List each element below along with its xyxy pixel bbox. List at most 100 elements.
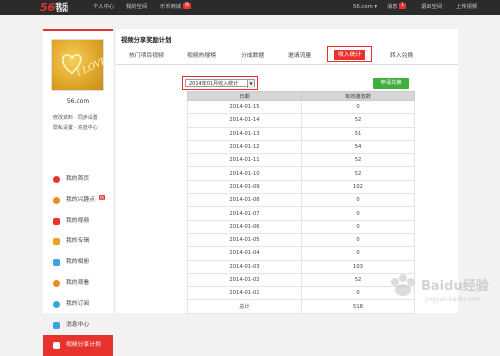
plays-cell: 0 xyxy=(301,99,415,115)
message-icon xyxy=(53,321,60,329)
table-row: 2014-01-10 52 xyxy=(187,166,415,181)
date-cell: 2014-01-15 xyxy=(187,99,302,115)
album-icon xyxy=(53,238,60,246)
table-row: 2014-01-08 0 xyxy=(187,193,415,208)
nav-personal-center[interactable]: 个人中心 xyxy=(93,0,114,15)
nav-my-space[interactable]: 我的空间 xyxy=(126,0,147,15)
sidebar-item-albums[interactable]: 我的专辑 xyxy=(43,231,113,252)
date-cell: 2014-01-05 xyxy=(187,232,302,248)
sidebar-item-label: 我的相册 xyxy=(66,259,90,266)
sidebar-item-messages[interactable]: 消息中心 xyxy=(43,315,113,336)
message-count-badge: 1 xyxy=(399,3,407,9)
plays-cell: 0 xyxy=(301,232,415,248)
sidebar-item-label: 我的观看 xyxy=(66,279,90,286)
date-cell: 2014-01-01 xyxy=(187,286,302,301)
nav-messages-label: 消息 xyxy=(387,4,398,10)
sidebar-item-watched[interactable]: 我的观看 xyxy=(43,273,113,294)
home-icon xyxy=(53,176,60,183)
date-cell: 2014-01-13 xyxy=(187,126,302,141)
date-cell: 2014-01-14 xyxy=(187,113,302,128)
table-row: 2014-01-14 52 xyxy=(187,113,415,128)
month-select[interactable]: 2014年01月收入统计 ▼ xyxy=(185,79,255,88)
sidebar-item-videos[interactable]: 我的视频 xyxy=(43,211,113,232)
table-row: 2014-01-12 54 xyxy=(187,139,415,155)
hot-badge: 热 xyxy=(98,194,105,200)
apply-redeem-button[interactable]: 申请兑换 xyxy=(373,78,409,89)
table-row: 2014-01-13 51 xyxy=(187,126,415,141)
username: 56.com xyxy=(66,98,90,105)
hot-badge: 热 xyxy=(182,3,192,9)
sidebar-item-label: 我的兴趣点 xyxy=(66,196,95,203)
table-row: 2014-01-05 0 xyxy=(187,232,415,248)
svg-text:Baidu经验: Baidu经验 xyxy=(421,278,490,294)
sidebar-item-label: 消息中心 xyxy=(66,321,90,328)
svg-text:I LOVE: I LOVE xyxy=(74,56,105,79)
chevron-down-icon[interactable]: ▼ xyxy=(247,80,254,88)
date-cell: 2014-01-12 xyxy=(187,139,302,155)
column-header-date: 日期 xyxy=(187,91,302,101)
date-cell: 2014-01-11 xyxy=(187,153,302,168)
table-row: 2014-01-15 0 xyxy=(187,99,415,115)
tab-income-statistics-label: 收入统计 xyxy=(334,50,366,60)
table-header-row: 日期 有效播放数 xyxy=(187,91,415,101)
nav-coin-mall[interactable]: 乐币商城 热 xyxy=(160,0,192,15)
sidebar-item-photos[interactable]: 我的相册 xyxy=(43,252,113,273)
month-select-highlight: 2014年01月收入统计 ▼ xyxy=(182,76,258,90)
sidebar-item-label: 我的订阅 xyxy=(66,300,90,307)
nav-site-dropdown[interactable]: 56.com ▾ xyxy=(353,0,377,15)
love-heart-icon: I LOVE xyxy=(61,54,105,79)
nav-exit-space[interactable]: 退出空间 xyxy=(421,0,442,15)
date-cell: 2014-01-02 xyxy=(187,272,302,288)
tab-invite-traffic[interactable]: 邀请流量 xyxy=(288,50,311,59)
plays-cell: 54 xyxy=(301,139,415,155)
plays-cell: 0 xyxy=(301,193,415,208)
sidebar: I LOVE 56.com 修改资料 · 同步设置 隐私设置 · 充值中心 我的… xyxy=(43,29,113,356)
profile-links-row1[interactable]: 修改资料 · 同步设置 xyxy=(53,114,113,121)
date-cell: 2014-01-06 xyxy=(187,219,302,234)
plays-cell: 0 xyxy=(301,219,415,234)
table-total-row: 总计 518 xyxy=(187,299,415,314)
tab-video-hot-search[interactable]: 视频热搜榜 xyxy=(187,50,216,59)
income-table: 日期 有效播放数 2014-01-15 0 2014-01-14 52 2014-01-… xyxy=(187,91,415,314)
plays-cell: 52 xyxy=(301,153,415,168)
plays-cell: 52 xyxy=(301,166,415,181)
profile-links-row2[interactable]: 隐私设置 · 充值中心 xyxy=(53,124,113,131)
tab-hot-videos[interactable]: 热门项目视频 xyxy=(129,50,164,59)
photo-icon xyxy=(53,259,60,267)
logo-number: 56 xyxy=(40,1,56,14)
date-cell: 2014-01-04 xyxy=(187,246,302,261)
table-row: 2014-01-07 0 xyxy=(187,206,415,221)
avatar[interactable]: I LOVE xyxy=(51,39,105,91)
tab-income-statistics[interactable]: 收入统计 xyxy=(327,46,373,62)
plays-cell: 0 xyxy=(301,206,415,221)
logo-sub: com xyxy=(56,8,68,14)
watch-history-icon xyxy=(53,279,60,287)
sidebar-item-interests[interactable]: 我的兴趣点 热 xyxy=(43,190,113,211)
sidebar-item-home[interactable]: 我的首页 xyxy=(43,169,113,190)
nav-upload-video[interactable]: 上传视频 xyxy=(456,0,477,15)
share-plan-icon xyxy=(53,342,60,350)
total-label: 总计 xyxy=(187,299,302,314)
interest-icon xyxy=(53,196,60,204)
table-row: 2014-01-04 0 xyxy=(187,246,415,261)
site-logo[interactable]: 56我乐com xyxy=(40,0,80,15)
column-header-plays: 有效播放数 xyxy=(301,91,415,101)
svg-text:jingyan.baidu.com: jingyan.baidu.com xyxy=(424,296,481,303)
page-gap xyxy=(0,15,500,29)
table-row: 2014-01-01 0 xyxy=(187,286,415,301)
plays-cell: 102 xyxy=(301,179,415,195)
subscription-icon xyxy=(53,300,60,308)
tab-revenue-share-data[interactable]: 分成数据 xyxy=(241,50,264,59)
table-row: 2014-01-11 52 xyxy=(187,153,415,168)
sidebar-item-label: 我的专辑 xyxy=(66,238,90,245)
video-icon xyxy=(53,217,60,225)
sidebar-item-label: 我的首页 xyxy=(66,176,90,182)
sidebar-item-subscriptions[interactable]: 我的订阅 xyxy=(43,294,113,315)
nav-messages[interactable]: 消息 1 xyxy=(387,0,407,15)
top-nav-bar: 56我乐com 个人中心 我的空间 乐币商城 热 56.com ▾ 消息 1 退… xyxy=(0,0,500,15)
plays-cell: 51 xyxy=(301,126,415,141)
table-row: 2014-01-06 0 xyxy=(187,219,415,234)
tab-transfer-redeem[interactable]: 转入兑换 xyxy=(390,50,413,59)
sidebar-item-share-plan[interactable]: 视频分享计划 xyxy=(43,335,113,356)
nav-coin-mall-label: 乐币商城 xyxy=(160,4,182,10)
